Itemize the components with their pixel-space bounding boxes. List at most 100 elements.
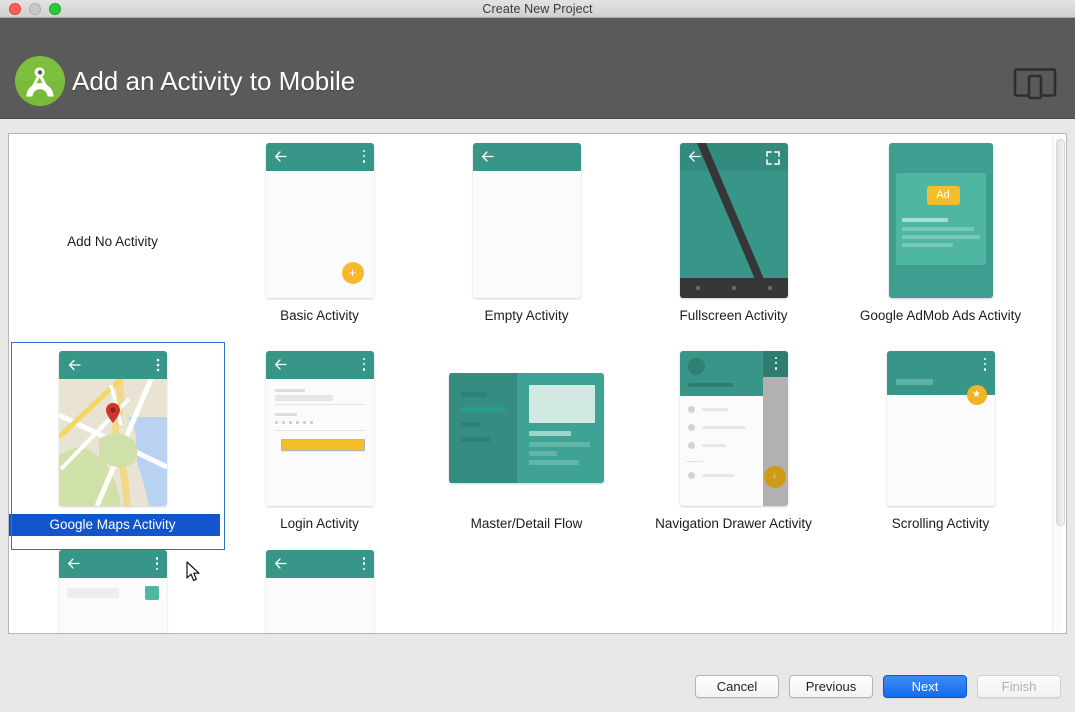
drawer-item-label (701, 473, 734, 477)
back-arrow-icon (274, 557, 287, 570)
activity-label: Empty Activity (484, 308, 569, 323)
activity-card-admob-activity[interactable]: Ad Google AdMob Ads Activity (837, 134, 1044, 342)
activity-card-basic-activity[interactable]: + Basic Activity (216, 134, 423, 342)
activity-card-master-detail-flow[interactable]: Master/Detail Flow (423, 342, 630, 550)
drawer-divider (685, 460, 703, 462)
ad-badge: Ad (926, 185, 960, 205)
drawer-item-label (701, 443, 726, 447)
activity-label: Login Activity (280, 516, 359, 531)
window-title: Create New Project (482, 1, 593, 16)
drawer-item-label (701, 425, 746, 429)
avatar (687, 357, 705, 375)
thumbnail-empty (423, 134, 630, 306)
password-field-mock (274, 420, 313, 424)
back-arrow-icon (67, 557, 80, 570)
content-area (265, 578, 374, 633)
text-line (901, 242, 953, 247)
activity-card-row3-second[interactable] (216, 550, 423, 633)
system-nav-bar (679, 277, 788, 298)
activity-label: Navigation Drawer Activity (655, 516, 812, 531)
list-item (461, 422, 481, 427)
thumbnail-basic: + (216, 134, 423, 306)
thumbnail-maps (9, 342, 216, 514)
phone-mock (472, 142, 581, 298)
activity-card-login-activity[interactable]: Login Activity (216, 342, 423, 550)
activity-label: Master/Detail Flow (470, 516, 583, 531)
activity-card-row3-first[interactable] (9, 550, 216, 633)
app-bar (265, 142, 374, 171)
overflow-menu-icon (774, 356, 778, 370)
phone-mock: ★ (886, 350, 995, 506)
app-bar (265, 550, 374, 578)
activity-label: Basic Activity (280, 308, 359, 323)
activity-gallery-panel[interactable]: Add No Activity + Basic Activity Empty A… (8, 133, 1067, 634)
detail-text-line (529, 460, 579, 465)
thumbnail-nav-drawer: + (630, 342, 837, 514)
text-line (901, 234, 980, 239)
sign-in-button-mock (280, 438, 365, 451)
activity-card-google-maps-activity[interactable]: Google Maps Activity (9, 342, 225, 550)
activity-label: Fullscreen Activity (679, 308, 788, 323)
previous-button[interactable]: Previous (789, 675, 873, 698)
list-item (461, 392, 487, 397)
thumbnail-login (216, 342, 423, 514)
activity-card-scrolling-activity[interactable]: ★ Scrolling Activity (837, 342, 1044, 550)
overflow-menu-icon (155, 557, 159, 570)
field-label (274, 388, 305, 392)
app-bar-title-line (895, 378, 933, 385)
floating-action-button-icon: + (341, 261, 364, 284)
detail-text-line (529, 451, 557, 456)
app-bar (58, 550, 167, 578)
activity-label: Add No Activity (67, 234, 158, 249)
android-studio-logo-icon (12, 53, 68, 109)
app-bar-overflow-zone (762, 350, 788, 377)
thumbnail-scrolling: ★ (837, 342, 1044, 514)
overflow-menu-icon (362, 557, 366, 570)
field-label (274, 412, 297, 416)
thumbnail-empty-placeholder (9, 134, 216, 306)
drawer-item-icon (687, 441, 695, 449)
next-button[interactable]: Next (883, 675, 967, 698)
activity-card-add-no-activity[interactable]: Add No Activity (9, 134, 216, 342)
detail-image (529, 385, 595, 423)
phone-mock: + (265, 142, 374, 298)
cancel-button[interactable]: Cancel (695, 675, 779, 698)
thumbnail-clipped (216, 550, 423, 633)
drawer-item-label (701, 407, 728, 411)
account-name-line (687, 382, 733, 387)
thumbnail-admob: Ad (837, 134, 1044, 306)
ad-content-panel: Ad (895, 172, 986, 265)
overflow-menu-icon (362, 357, 366, 371)
thumbnail-fullscreen (630, 134, 837, 306)
field-underline (274, 403, 365, 405)
text-line (901, 226, 974, 231)
activity-card-empty-activity[interactable]: Empty Activity (423, 134, 630, 342)
scrollbar-track[interactable] (1052, 137, 1065, 631)
master-pane (449, 373, 517, 483)
thumbnail-clipped (9, 550, 216, 633)
map-preview (58, 350, 167, 506)
phone-mock: Ad (888, 142, 993, 298)
dialog-footer: Cancel Previous Next Finish (0, 642, 1075, 712)
tablet-mock (449, 373, 604, 483)
activity-card-navigation-drawer-activity[interactable]: + Navigation Drawer Activity (630, 342, 837, 550)
back-arrow-icon (274, 150, 287, 163)
finish-button: Finish (977, 675, 1061, 698)
drawer-item-icon (687, 423, 695, 431)
activity-grid: Add No Activity + Basic Activity Empty A… (9, 134, 1044, 633)
email-field-mock (274, 394, 333, 401)
page-title: Add an Activity to Mobile (72, 66, 356, 96)
text-line (901, 217, 948, 222)
scrollbar-thumb[interactable] (1056, 139, 1065, 526)
list-item-selected (461, 407, 506, 412)
activity-card-fullscreen-activity[interactable]: Fullscreen Activity (630, 134, 837, 342)
thumbnail-master-detail (423, 342, 630, 514)
detail-text-line (529, 442, 590, 447)
field-underline (274, 429, 365, 431)
phone-mock (265, 550, 374, 633)
floating-action-button-icon: ★ (966, 384, 987, 405)
vertical-scrollbar[interactable] (1050, 137, 1065, 631)
wizard-header: Add an Activity to Mobile (0, 18, 1075, 119)
drawer-item-icon (687, 471, 695, 479)
phone-mock (679, 142, 788, 298)
